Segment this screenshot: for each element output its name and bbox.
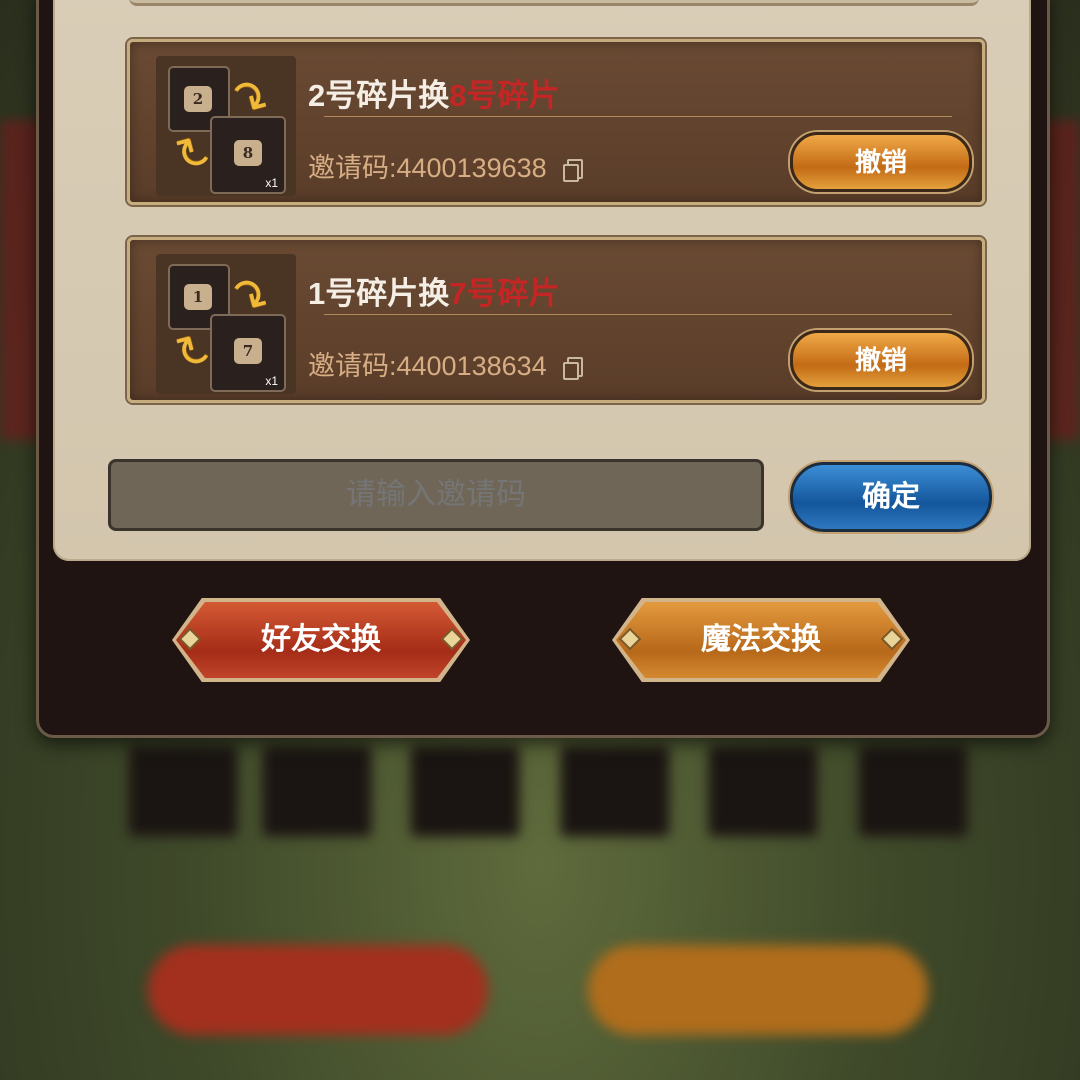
fragment-quantity: x1 xyxy=(265,176,278,190)
get-fragment-label: 8号碎片 xyxy=(449,78,560,113)
exchange-title: 1号碎片换7号碎片 xyxy=(308,268,560,313)
divider xyxy=(324,314,952,315)
puzzle-piece-icon: 2 xyxy=(184,86,212,112)
exchange-entry: 2 8 x1 ↷ ↷ 2号碎片换8号碎片 邀请码:4400139638 撤销 xyxy=(127,39,985,205)
give-fragment-label: 1号碎片换 xyxy=(308,276,450,311)
background-card xyxy=(858,745,968,837)
background-button-left xyxy=(148,945,488,1035)
exchange-entry: 1 7 x1 ↷ ↷ 1号碎片换7号碎片 邀请码:4400138634 撤销 xyxy=(127,237,985,403)
confirm-button[interactable]: 确定 xyxy=(790,462,992,532)
get-fragment-label: 7号碎片 xyxy=(449,276,560,311)
copy-icon[interactable] xyxy=(562,159,583,182)
puzzle-piece-icon: 7 xyxy=(234,338,262,364)
invite-code-input[interactable] xyxy=(108,459,764,531)
fragment-quantity: x1 xyxy=(265,374,278,388)
puzzle-piece-icon: 8 xyxy=(234,140,262,166)
revoke-button[interactable]: 撤销 xyxy=(790,132,972,192)
copy-icon[interactable] xyxy=(562,357,583,380)
tab-friend-exchange[interactable]: 好友交换 xyxy=(176,602,466,678)
tab-magic-exchange[interactable]: 魔法交换 xyxy=(616,602,906,678)
exchange-thumbnail: 2 8 x1 ↷ ↷ xyxy=(156,56,296,196)
invite-code-text: 邀请码:4400139638 xyxy=(308,153,547,183)
invite-code-row: 邀请码:4400139638 xyxy=(308,146,583,185)
background-card xyxy=(708,745,818,837)
exchange-thumbnail: 1 7 x1 ↷ ↷ xyxy=(156,254,296,394)
background-card xyxy=(262,745,372,837)
invite-code-row: 邀请码:4400138634 xyxy=(308,344,583,383)
invite-code-text: 邀请码:4400138634 xyxy=(308,351,547,381)
background-card xyxy=(128,745,238,837)
background-button-right xyxy=(588,945,928,1035)
exchange-title: 2号碎片换8号碎片 xyxy=(308,70,560,115)
puzzle-piece-icon: 1 xyxy=(184,284,212,310)
previous-entry-edge xyxy=(129,0,979,6)
give-fragment-label: 2号碎片换 xyxy=(308,78,450,113)
divider xyxy=(324,116,952,117)
background-card xyxy=(560,745,670,837)
revoke-button[interactable]: 撤销 xyxy=(790,330,972,390)
background-card xyxy=(410,745,520,837)
